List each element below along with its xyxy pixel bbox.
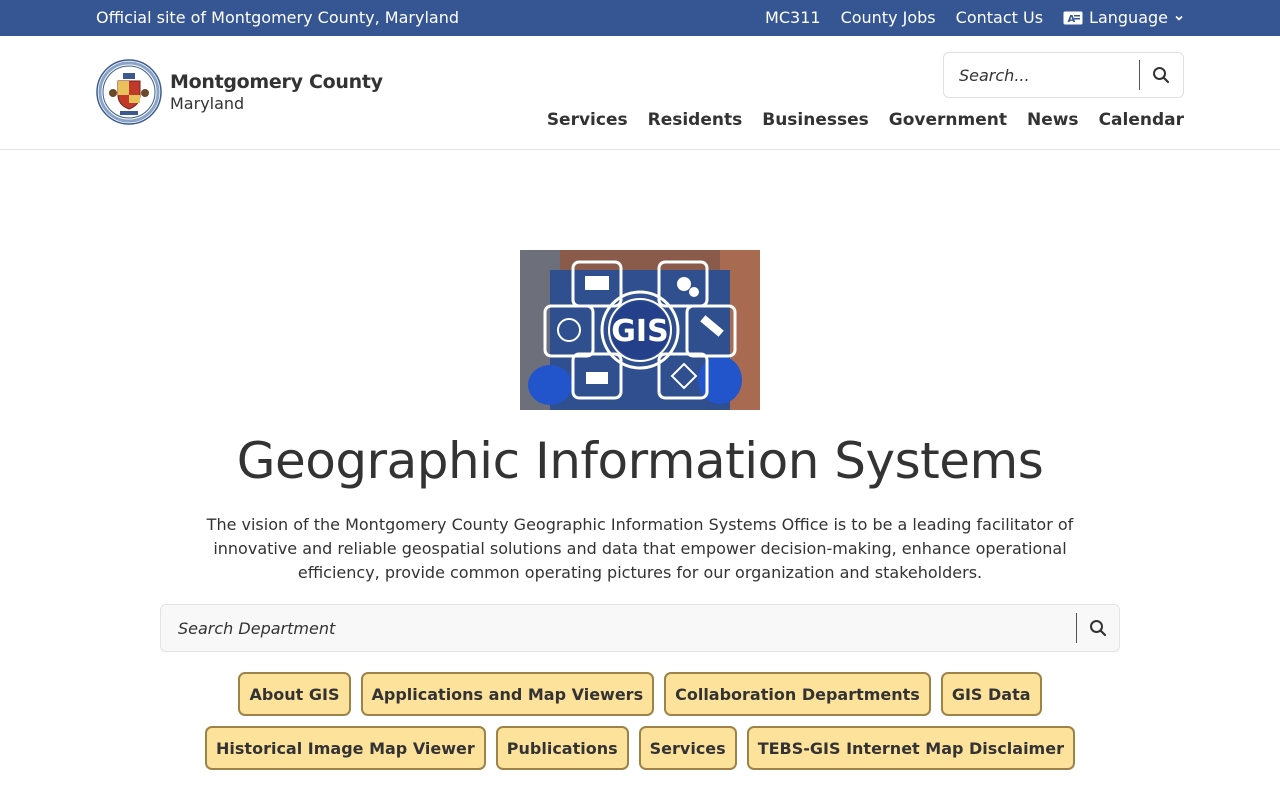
logo-text: Montgomery County Maryland — [170, 71, 383, 113]
applications-map-viewers-button[interactable]: Applications and Map Viewers — [360, 672, 655, 716]
gis-hero-image: GIS — [520, 250, 760, 410]
hero-image-gis-text: GIS — [611, 314, 668, 349]
language-icon: A — [1063, 11, 1083, 25]
site-search-input[interactable] — [944, 57, 1139, 93]
official-site-text: Official site of Montgomery County, Mary… — [96, 8, 460, 27]
site-search — [943, 52, 1184, 98]
department-search-button[interactable] — [1077, 605, 1119, 651]
logo-line-2: Maryland — [170, 94, 245, 113]
tebs-gis-disclaimer-button[interactable]: TEBS-GIS Internet Map Disclaimer — [746, 726, 1075, 770]
mc311-link[interactable]: MC311 — [765, 8, 821, 27]
nav-residents[interactable]: Residents — [648, 110, 743, 130]
language-label: Language — [1089, 8, 1168, 27]
search-icon — [1153, 67, 1170, 84]
collaboration-departments-button[interactable]: Collaboration Departments — [664, 672, 931, 716]
county-jobs-link[interactable]: County Jobs — [841, 8, 936, 27]
nav-services[interactable]: Services — [547, 110, 628, 130]
page-title: Geographic Information Systems — [236, 432, 1044, 490]
about-gis-button[interactable]: About GIS — [238, 672, 351, 716]
site-header: Montgomery County Maryland Services Resi… — [0, 36, 1280, 150]
chevron-down-icon — [1175, 15, 1183, 21]
county-logo[interactable]: Montgomery County Maryland — [96, 59, 383, 125]
search-icon — [1090, 620, 1107, 637]
nav-calendar[interactable]: Calendar — [1099, 110, 1184, 130]
gis-data-button[interactable]: GIS Data — [940, 672, 1042, 716]
logo-line-1: Montgomery County — [170, 71, 383, 93]
contact-us-link[interactable]: Contact Us — [956, 8, 1043, 27]
publications-button[interactable]: Publications — [495, 726, 629, 770]
county-seal-icon — [96, 59, 162, 125]
utility-links: MC311 County Jobs Contact Us A Language — [765, 8, 1184, 27]
department-search-input[interactable] — [161, 608, 1076, 648]
department-search — [160, 604, 1120, 652]
nav-news[interactable]: News — [1027, 110, 1079, 130]
language-selector[interactable]: A Language — [1063, 8, 1184, 27]
historical-image-map-viewer-button[interactable]: Historical Image Map Viewer — [205, 726, 486, 770]
services-button[interactable]: Services — [638, 726, 737, 770]
quick-links: About GIS Applications and Map Viewers C… — [160, 672, 1120, 770]
nav-government[interactable]: Government — [889, 110, 1007, 130]
utility-bar: Official site of Montgomery County, Mary… — [0, 0, 1280, 36]
main-navigation: Services Residents Businesses Government… — [547, 110, 1184, 130]
site-search-button[interactable] — [1140, 53, 1183, 97]
nav-businesses[interactable]: Businesses — [762, 110, 869, 130]
vision-statement: The vision of the Montgomery County Geog… — [206, 515, 1074, 582]
